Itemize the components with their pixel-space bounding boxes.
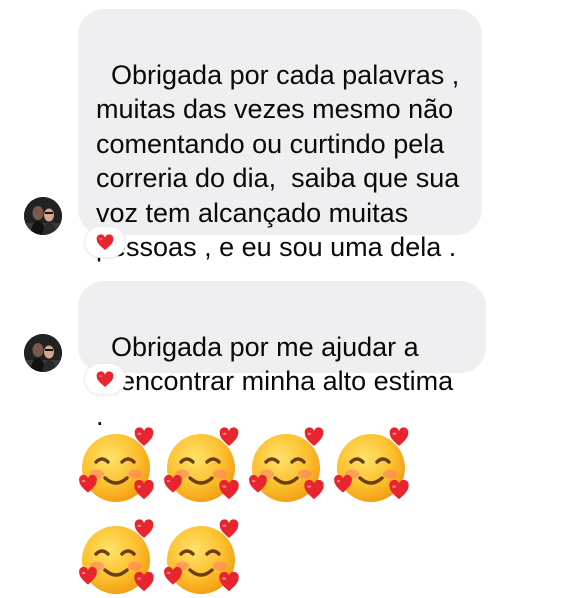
sender-avatar[interactable] <box>24 197 62 235</box>
red-heart-icon <box>96 370 114 387</box>
smiling-face-with-hearts-icon <box>163 518 243 598</box>
smiling-face-with-hearts-icon <box>248 426 328 506</box>
sender-avatar[interactable] <box>24 334 62 372</box>
smiling-face-with-hearts-icon <box>78 426 158 506</box>
reaction-badge[interactable] <box>85 227 125 257</box>
message-bubble[interactable]: Obrigada por cada palavras , muitas das … <box>78 9 482 262</box>
smiling-face-with-hearts-icon <box>333 426 413 506</box>
message-text: Obrigada por cada palavras , muitas das … <box>96 59 460 263</box>
emoji-row <box>78 518 438 598</box>
red-heart-icon <box>96 233 114 250</box>
avatar-photo <box>24 197 62 235</box>
avatar-photo <box>24 334 62 372</box>
emoji-row <box>78 426 438 506</box>
message-text: Obrigada por me ajudar a reencontrar min… <box>96 331 454 431</box>
reaction-badge[interactable] <box>85 364 125 394</box>
smiling-face-with-hearts-icon <box>78 518 158 598</box>
message-bubble[interactable]: Obrigada por me ajudar a reencontrar min… <box>78 281 486 431</box>
smiling-face-with-hearts-icon <box>163 426 243 506</box>
